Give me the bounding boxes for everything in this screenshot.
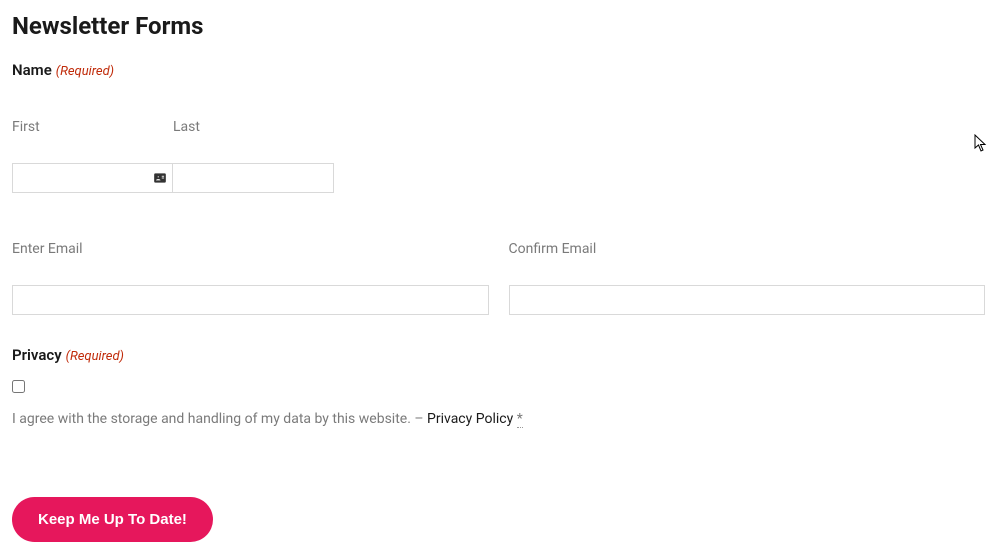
privacy-required-text: (Required) bbox=[66, 349, 124, 364]
submit-button[interactable]: Keep Me Up To Date! bbox=[12, 497, 213, 542]
page-title: Newsletter Forms bbox=[12, 12, 985, 40]
confirm-email-label: Confirm Email bbox=[509, 241, 986, 257]
enter-email-label: Enter Email bbox=[12, 241, 489, 257]
privacy-consent-text: I agree with the storage and handling of… bbox=[12, 411, 985, 427]
confirm-email-input[interactable] bbox=[509, 285, 986, 315]
privacy-section: Privacy (Required) I agree with the stora… bbox=[12, 345, 985, 427]
last-name-input[interactable] bbox=[173, 164, 333, 192]
name-inputs-group bbox=[12, 163, 334, 193]
privacy-consent-pre: I agree with the storage and handling of… bbox=[12, 411, 427, 427]
name-label-text: Name bbox=[12, 61, 52, 79]
email-section: Enter Email Confirm Email bbox=[12, 241, 985, 315]
privacy-policy-link[interactable]: Privacy Policy bbox=[427, 411, 513, 427]
privacy-asterisk: * bbox=[517, 411, 523, 428]
name-field-label: Name (Required) bbox=[12, 60, 985, 79]
first-name-input[interactable] bbox=[13, 164, 173, 192]
name-section: Name (Required) First Last bbox=[12, 60, 985, 193]
privacy-checkbox[interactable] bbox=[12, 380, 25, 393]
enter-email-input[interactable] bbox=[12, 285, 489, 315]
last-name-label: Last bbox=[173, 119, 334, 135]
privacy-field-label: Privacy (Required) bbox=[12, 345, 985, 364]
privacy-label-text: Privacy bbox=[12, 346, 62, 364]
first-name-label: First bbox=[12, 119, 173, 135]
name-required-text: (Required) bbox=[56, 64, 114, 79]
